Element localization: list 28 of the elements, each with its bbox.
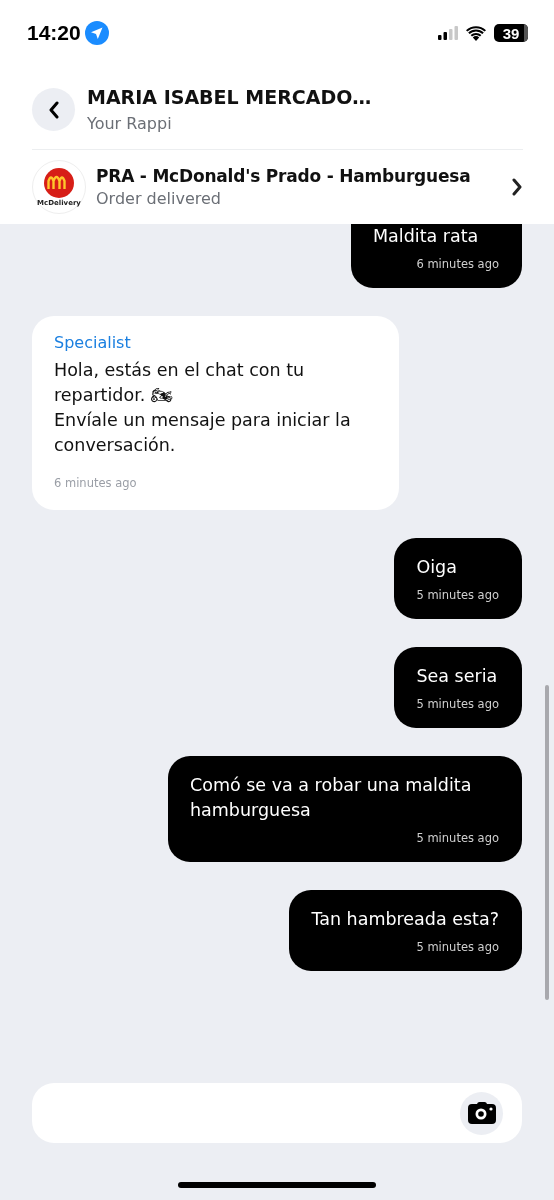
battery-icon: 39 xyxy=(494,24,528,42)
message-time: 5 minutes ago xyxy=(415,940,499,954)
order-title: PRA - McDonald's Prado - Hamburguesa xyxy=(96,166,472,186)
message-time: 5 minutes ago xyxy=(415,831,499,845)
message-text: Hola, estás en el chat con tu repartidor. 🏍 Envíale un mensaje para iniciar la conversación. xyxy=(54,359,352,457)
contact-name: MARIA ISABEL MERCADO… xyxy=(87,86,372,108)
message-time: 5 minutes ago xyxy=(416,697,499,711)
message-input-field[interactable] xyxy=(32,1083,522,1143)
camera-button[interactable] xyxy=(460,1091,503,1135)
camera-icon xyxy=(467,1102,496,1124)
message-time: 6 minutes ago xyxy=(54,476,138,490)
message-text: Maldita rata xyxy=(373,225,480,248)
back-button[interactable] xyxy=(32,88,75,131)
message-time: 5 minutes ago xyxy=(416,588,499,602)
message-time: 6 minutes ago xyxy=(415,257,499,271)
order-status: Order delivered xyxy=(96,189,222,208)
contact-subtitle: Your Rappi xyxy=(87,114,173,133)
message-text: Sea seria xyxy=(416,665,499,688)
message-text: Tan hambreada esta? xyxy=(311,908,499,931)
chevron-right-icon xyxy=(511,178,523,196)
arches-logo-icon xyxy=(44,167,74,198)
status-time: 14:20 xyxy=(27,21,81,45)
sender-label: Specialist xyxy=(54,333,132,352)
wifi-icon xyxy=(466,25,486,41)
message-text: Comó se va a robar una maldita hamburguesa xyxy=(190,774,473,822)
signal-icon xyxy=(438,26,458,40)
back-icon xyxy=(47,100,60,119)
message-text: Oiga xyxy=(416,556,458,579)
